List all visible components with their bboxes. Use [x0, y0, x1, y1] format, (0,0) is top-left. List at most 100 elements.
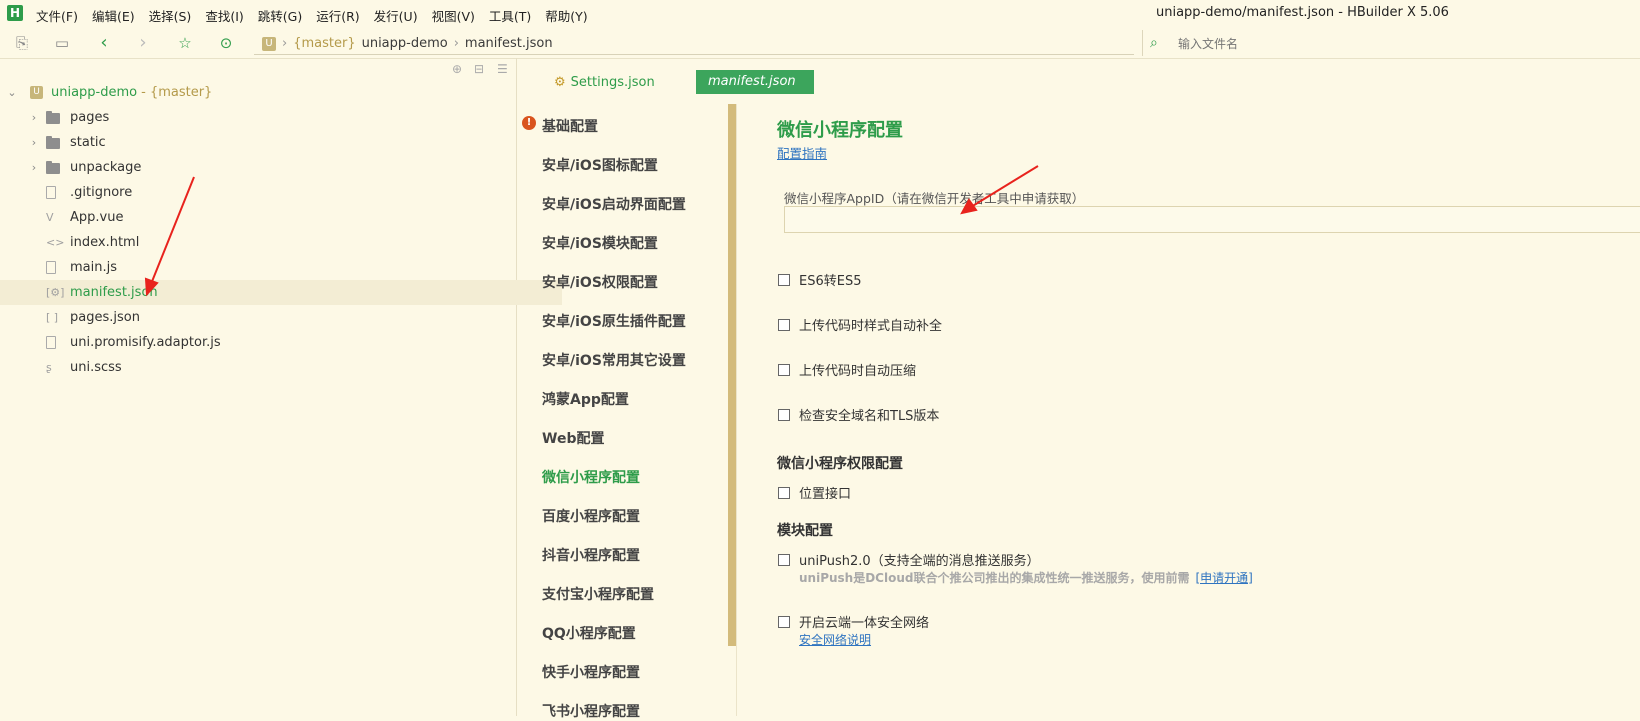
locate-icon[interactable]: ⊕ — [452, 62, 462, 76]
chevron-down-icon: ⌄ — [7, 86, 17, 99]
nav-alipay-mp-config[interactable]: 支付宝小程序配置 — [542, 584, 654, 604]
window-title: uniapp-demo/manifest.json - HBuilder X 5… — [1156, 5, 1449, 20]
project-icon: U — [30, 86, 43, 99]
tree-item-label: static — [70, 135, 106, 150]
menu-help[interactable]: 帮助(Y) — [545, 6, 587, 25]
forward-icon[interactable]: › — [134, 34, 152, 52]
checkbox-postcss[interactable]: 上传代码时样式自动补全 — [778, 315, 942, 334]
nav-qq-mp-config[interactable]: QQ小程序配置 — [542, 623, 636, 643]
appid-input[interactable] — [784, 206, 1640, 233]
nav-app-permission-config[interactable]: 安卓/iOS权限配置 — [542, 272, 658, 292]
menu-run[interactable]: 运行(R) — [316, 6, 359, 25]
nav-basic-config[interactable]: 基础配置 — [542, 116, 598, 136]
checkbox-box[interactable] — [778, 553, 790, 566]
save-icon[interactable]: ▭ — [53, 34, 71, 52]
tree-item-uni-scss[interactable]: ʂ uni.scss — [0, 355, 562, 380]
checkbox-label: 位置接口 — [799, 487, 852, 502]
menu-view[interactable]: 视图(V) — [432, 6, 475, 25]
nav-kuaishou-mp-config[interactable]: 快手小程序配置 — [542, 662, 640, 682]
tab-settings-json[interactable]: ⚙ Settings.json — [554, 70, 655, 94]
unipush-description: uniPush是DCloud联合个推公司推出的集成性统一推送服务，使用前需 [申请… — [799, 569, 1253, 586]
checkbox-es6-to-es5[interactable]: ES6转ES5 — [778, 270, 861, 289]
checkbox-unipush[interactable]: uniPush2.0（支持全端的消息推送服务） — [778, 550, 1040, 569]
tree-item-main-js[interactable]: main.js — [0, 255, 562, 280]
nav-scrollbar[interactable] — [728, 104, 736, 646]
checkbox-secure-network[interactable]: 开启云端一体安全网络 — [778, 612, 929, 631]
breadcrumb-project[interactable]: uniapp-demo — [362, 36, 448, 51]
nav-douyin-mp-config[interactable]: 抖音小程序配置 — [542, 545, 640, 565]
file-search-icon: ⌕ — [1150, 35, 1158, 51]
nav-baidu-mp-config[interactable]: 百度小程序配置 — [542, 506, 640, 526]
checkbox-url-check[interactable]: 检查安全域名和TLS版本 — [778, 405, 939, 424]
nav-harmony-app-config[interactable]: 鸿蒙App配置 — [542, 389, 629, 409]
collapse-all-icon[interactable]: ⊟ — [474, 62, 484, 76]
checkbox-box[interactable] — [778, 408, 790, 421]
new-file-icon[interactable]: ⎘ — [13, 34, 31, 52]
js-file-icon — [46, 260, 56, 274]
tree-item-label: App.vue — [70, 210, 124, 225]
html-file-icon: <> — [46, 235, 65, 249]
file-icon — [46, 185, 56, 199]
run-icon[interactable]: ⊙ — [217, 34, 235, 52]
checkbox-location-permission[interactable]: 位置接口 — [778, 483, 851, 502]
breadcrumb-file[interactable]: manifest.json — [465, 36, 553, 51]
js-file-icon — [46, 335, 56, 349]
hbuilder-logo-icon: H — [7, 5, 23, 21]
tree-item-app-vue[interactable]: V App.vue — [0, 205, 562, 230]
nav-app-splash-config[interactable]: 安卓/iOS启动界面配置 — [542, 194, 686, 214]
menu-edit[interactable]: 编辑(E) — [92, 6, 135, 25]
tree-item-label: unpackage — [70, 160, 142, 175]
chevron-right-icon: › — [31, 161, 37, 174]
menu-select[interactable]: 选择(S) — [149, 6, 192, 25]
tree-item-index-html[interactable]: <> index.html — [0, 230, 562, 255]
unipush-description-text: uniPush是DCloud联合个推公司推出的集成性统一推送服务，使用前需 — [799, 571, 1190, 585]
unipush-apply-link[interactable]: [申请开通] — [1195, 571, 1252, 585]
menu-find[interactable]: 查找(I) — [205, 6, 243, 25]
tree-item-promisify-js[interactable]: uni.promisify.adaptor.js — [0, 330, 562, 355]
back-icon[interactable]: ‹ — [95, 34, 113, 52]
nav-feishu-mp-config[interactable]: 飞书小程序配置 — [542, 701, 640, 721]
menu-goto[interactable]: 跳转(G) — [258, 6, 302, 25]
star-icon[interactable]: ☆ — [176, 34, 194, 52]
content-title: 微信小程序配置 — [777, 120, 903, 141]
checkbox-label: 上传代码时样式自动补全 — [799, 319, 943, 334]
checkbox-minify[interactable]: 上传代码时自动压缩 — [778, 360, 916, 379]
tree-item-label: pages.json — [70, 310, 140, 325]
menu-tools[interactable]: 工具(T) — [489, 6, 531, 25]
checkbox-box[interactable] — [778, 273, 790, 286]
menu-lines-icon[interactable]: ☰ — [497, 62, 508, 76]
checkbox-box[interactable] — [778, 318, 790, 331]
tree-item-gitignore[interactable]: .gitignore — [0, 180, 562, 205]
tree-item-unpackage[interactable]: › unpackage — [0, 155, 544, 180]
tree-item-static[interactable]: › static — [0, 130, 544, 155]
json-file-icon: [ ] — [46, 310, 59, 324]
menu-file[interactable]: 文件(F) — [36, 6, 78, 25]
tab-manifest-json[interactable]: manifest.json — [696, 70, 814, 94]
folder-icon — [46, 160, 60, 174]
checkbox-label: 检查安全域名和TLS版本 — [799, 409, 940, 424]
tree-project-root[interactable]: ⌄ U uniapp-demo - {master} — [0, 80, 522, 105]
checkbox-box[interactable] — [778, 363, 790, 376]
nav-app-other-settings[interactable]: 安卓/iOS常用其它设置 — [542, 350, 686, 370]
breadcrumb-separator-icon: › — [282, 36, 288, 51]
config-guide-link[interactable]: 配置指南 — [777, 143, 827, 162]
breadcrumb-branch[interactable]: {master} — [293, 36, 355, 51]
tree-item-manifest-json[interactable]: [⚙] manifest.json — [0, 280, 562, 305]
nav-weixin-mp-config[interactable]: 微信小程序配置 — [542, 467, 640, 487]
chevron-right-icon: › — [31, 111, 37, 124]
gear-icon: ⚙ — [554, 74, 566, 90]
secure-network-link[interactable]: 安全网络说明 — [799, 631, 871, 648]
checkbox-label: ES6转ES5 — [799, 274, 862, 289]
tree-item-pages-json[interactable]: [ ] pages.json — [0, 305, 562, 330]
permission-section-title: 微信小程序权限配置 — [777, 456, 903, 472]
nav-app-native-plugin-config[interactable]: 安卓/iOS原生插件配置 — [542, 311, 686, 331]
menu-publish[interactable]: 发行(U) — [374, 6, 418, 25]
checkbox-box[interactable] — [778, 615, 790, 628]
checkbox-box[interactable] — [778, 486, 790, 499]
nav-web-config[interactable]: Web配置 — [542, 428, 604, 448]
file-search-input[interactable] — [1176, 34, 1480, 54]
module-section-title: 模块配置 — [777, 523, 833, 539]
nav-app-module-config[interactable]: 安卓/iOS模块配置 — [542, 233, 658, 253]
tree-item-pages[interactable]: › pages — [0, 105, 544, 130]
nav-app-icon-config[interactable]: 安卓/iOS图标配置 — [542, 155, 658, 175]
